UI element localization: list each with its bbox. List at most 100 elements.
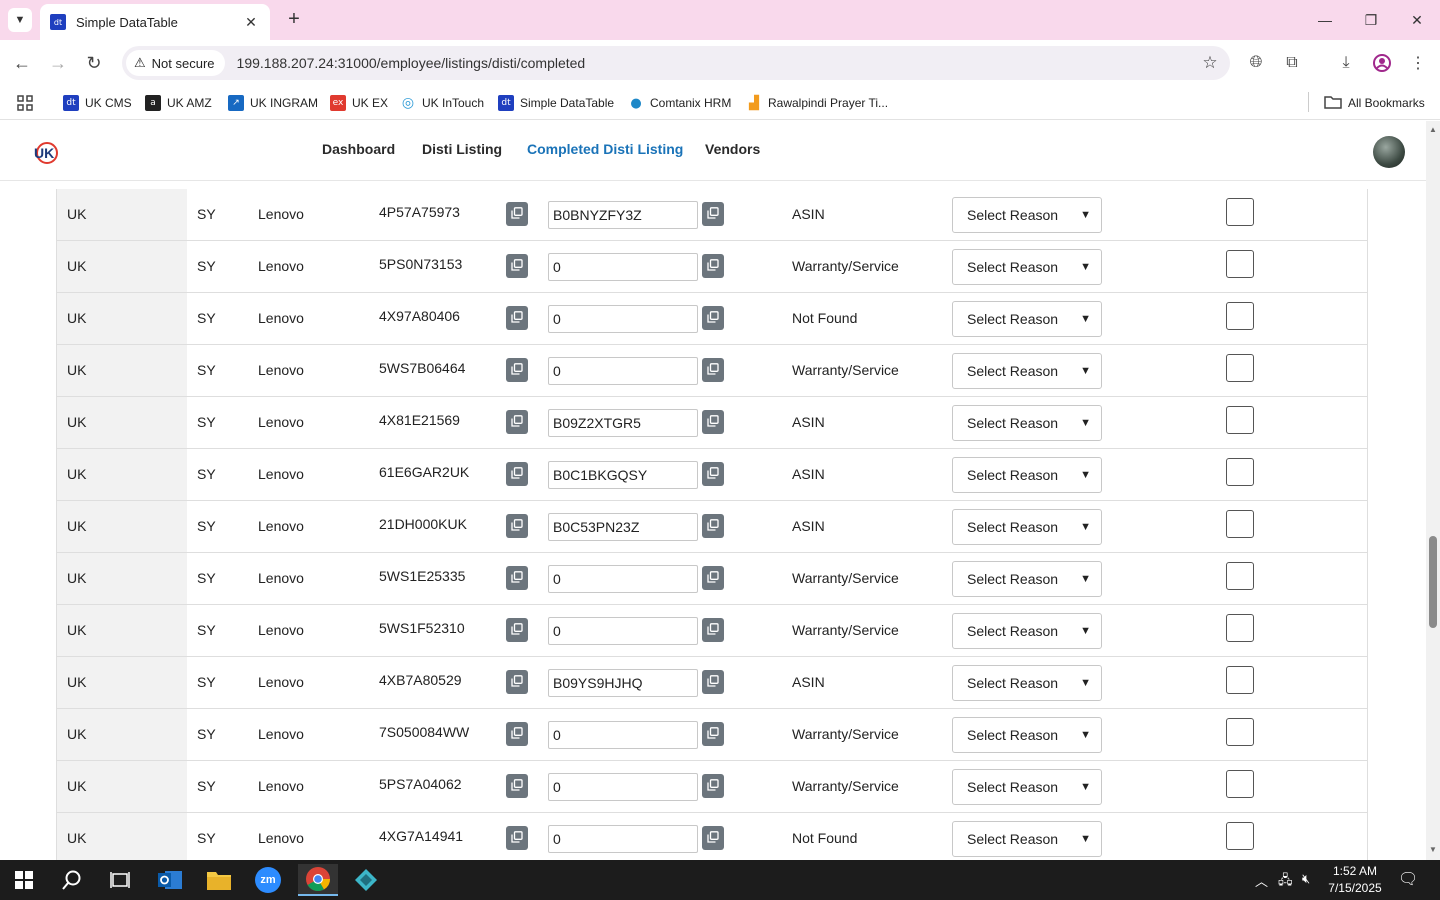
bookmark-rawalpindi-prayer[interactable]: ▟ Rawalpindi Prayer Ti... <box>746 92 888 114</box>
bookmark-uk-ingram[interactable]: ↗ UK INGRAM <box>228 92 318 114</box>
start-button[interactable] <box>4 864 44 896</box>
copy-part-button[interactable] <box>506 410 528 434</box>
reason-select[interactable]: Select Reason ▼ <box>952 665 1102 701</box>
copy-part-button[interactable] <box>506 670 528 694</box>
menu-kebab-icon[interactable]: ⋮ <box>1405 50 1431 76</box>
reason-select[interactable]: Select Reason ▼ <box>952 353 1102 389</box>
reason-select[interactable]: Select Reason ▼ <box>952 301 1102 337</box>
system-clock[interactable]: 1:52 AM 7/15/2025 <box>1322 863 1388 897</box>
security-chip[interactable]: ⚠ Not secure <box>126 50 225 76</box>
asin-input[interactable] <box>548 669 698 697</box>
copy-asin-button[interactable] <box>702 722 724 746</box>
bookmark-comtanix-hrm[interactable]: ● Comtanix HRM <box>628 92 731 114</box>
browser-tab[interactable]: dt Simple DataTable ✕ <box>40 4 270 40</box>
search-button[interactable] <box>52 864 92 896</box>
reason-select[interactable]: Select Reason ▼ <box>952 509 1102 545</box>
copy-part-button[interactable] <box>506 774 528 798</box>
translate-icon[interactable]: 🌐︎ <box>1243 50 1269 76</box>
copy-asin-button[interactable] <box>702 410 724 434</box>
reason-select[interactable]: Select Reason ▼ <box>952 717 1102 753</box>
row-checkbox[interactable] <box>1226 510 1254 538</box>
row-checkbox[interactable] <box>1226 770 1254 798</box>
reason-select[interactable]: Select Reason ▼ <box>952 821 1102 857</box>
copy-asin-button[interactable] <box>702 462 724 486</box>
file-explorer-app[interactable] <box>199 864 239 896</box>
copy-asin-button[interactable] <box>702 774 724 798</box>
copy-asin-button[interactable] <box>702 306 724 330</box>
row-checkbox[interactable] <box>1226 354 1254 382</box>
url-text[interactable]: 199.188.207.24:31000/employee/listings/d… <box>237 55 1190 71</box>
network-icon[interactable]: 🖧︎ <box>1278 871 1293 893</box>
asin-input[interactable] <box>548 513 698 541</box>
copy-part-button[interactable] <box>506 462 528 486</box>
bookmark-simple-datatable[interactable]: dt Simple DataTable <box>498 92 614 114</box>
minimize-button[interactable]: — <box>1302 0 1348 40</box>
nav-completed-disti-listing[interactable]: Completed Disti Listing <box>527 141 683 157</box>
row-checkbox[interactable] <box>1226 250 1254 278</box>
uk-logo-icon[interactable]: UK <box>32 138 60 166</box>
asin-input[interactable] <box>548 305 698 333</box>
all-bookmarks-button[interactable]: All Bookmarks <box>1324 92 1425 114</box>
new-tab-button[interactable]: + <box>282 8 306 32</box>
copy-part-button[interactable] <box>506 358 528 382</box>
bookmark-uk-intouch[interactable]: ◎ UK InTouch <box>400 92 484 114</box>
copy-part-button[interactable] <box>506 254 528 278</box>
profile-icon[interactable] <box>1369 50 1395 76</box>
asin-input[interactable] <box>548 461 698 489</box>
bookmark-uk-cms[interactable]: dt UK CMS <box>63 92 132 114</box>
asin-input[interactable] <box>548 773 698 801</box>
bookmark-uk-amz[interactable]: a UK AMZ <box>145 92 212 114</box>
bookmark-star-icon[interactable]: ☆ <box>1190 53 1230 73</box>
row-checkbox[interactable] <box>1226 302 1254 330</box>
copy-asin-button[interactable] <box>702 618 724 642</box>
zoom-app[interactable]: zm <box>248 864 288 896</box>
asin-input[interactable] <box>548 825 698 853</box>
task-view-button[interactable] <box>100 864 140 896</box>
tab-search-button[interactable]: ▼ <box>8 8 32 32</box>
download-icon[interactable]: ⤓ <box>1333 50 1359 76</box>
row-checkbox[interactable] <box>1226 614 1254 642</box>
copy-part-button[interactable] <box>506 722 528 746</box>
asin-input[interactable] <box>548 201 698 229</box>
copy-part-button[interactable] <box>506 514 528 538</box>
copy-part-button[interactable] <box>506 826 528 850</box>
reason-select[interactable]: Select Reason ▼ <box>952 197 1102 233</box>
scroll-thumb[interactable] <box>1429 536 1437 628</box>
row-checkbox[interactable] <box>1226 562 1254 590</box>
asin-input[interactable] <box>548 409 698 437</box>
copy-part-button[interactable] <box>506 618 528 642</box>
volume-muted-icon[interactable]: 🔇︎ <box>1302 871 1310 887</box>
restore-button[interactable]: ❐ <box>1348 0 1394 40</box>
extensions-icon[interactable]: ⧉ <box>1279 50 1305 76</box>
close-icon[interactable]: ✕ <box>242 14 260 31</box>
chevron-up-icon[interactable]: ︿ <box>1255 871 1268 890</box>
notifications-icon[interactable]: 🗨︎ <box>1398 869 1418 889</box>
forward-button[interactable]: → <box>45 50 71 76</box>
copy-asin-button[interactable] <box>702 670 724 694</box>
asin-input[interactable] <box>548 357 698 385</box>
address-bar[interactable]: ⚠ Not secure 199.188.207.24:31000/employ… <box>122 46 1230 80</box>
page-scrollbar[interactable]: ▲ ▼ <box>1426 121 1440 860</box>
copy-asin-button[interactable] <box>702 826 724 850</box>
copy-asin-button[interactable] <box>702 514 724 538</box>
avatar[interactable] <box>1373 136 1405 168</box>
reason-select[interactable]: Select Reason ▼ <box>952 613 1102 649</box>
reason-select[interactable]: Select Reason ▼ <box>952 457 1102 493</box>
back-button[interactable]: ← <box>9 50 35 76</box>
copy-part-button[interactable] <box>506 202 528 226</box>
reason-select[interactable]: Select Reason ▼ <box>952 405 1102 441</box>
app-launcher[interactable] <box>346 864 386 896</box>
apps-grid-icon[interactable] <box>16 92 34 114</box>
copy-asin-button[interactable] <box>702 202 724 226</box>
row-checkbox[interactable] <box>1226 718 1254 746</box>
reason-select[interactable]: Select Reason ▼ <box>952 561 1102 597</box>
asin-input[interactable] <box>548 617 698 645</box>
nav-vendors[interactable]: Vendors <box>705 141 760 157</box>
window-close-button[interactable]: ✕ <box>1394 0 1440 40</box>
reason-select[interactable]: Select Reason ▼ <box>952 249 1102 285</box>
scroll-up-icon[interactable]: ▲ <box>1429 125 1437 134</box>
nav-dashboard[interactable]: Dashboard <box>322 141 395 157</box>
copy-part-button[interactable] <box>506 306 528 330</box>
row-checkbox[interactable] <box>1226 458 1254 486</box>
row-checkbox[interactable] <box>1226 406 1254 434</box>
